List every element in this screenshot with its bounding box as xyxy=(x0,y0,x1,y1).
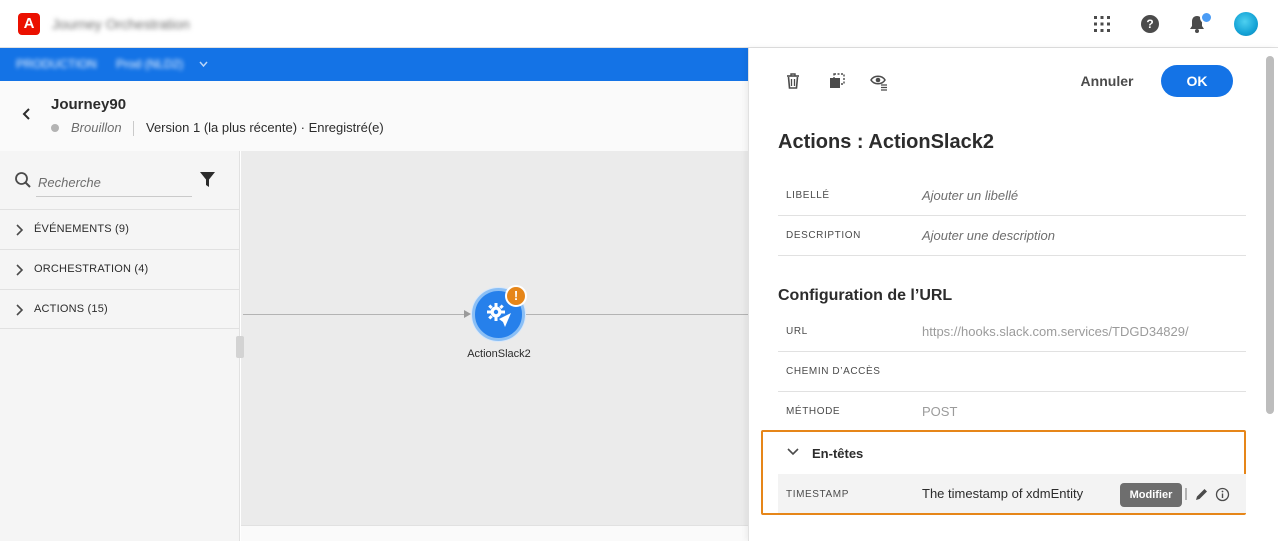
environment-bar: PRODUCTION Prod (NLD2) xyxy=(0,48,748,81)
pencil-edit-icon[interactable] xyxy=(1194,487,1209,502)
help-icon[interactable]: ? xyxy=(1141,15,1159,33)
path-field-row: CHEMIN D’ACCÈS xyxy=(778,352,1246,392)
category-label: ORCHESTRATION (4) xyxy=(34,263,149,275)
flow-arrow-icon xyxy=(464,310,471,318)
trash-icon[interactable] xyxy=(783,71,803,91)
cancel-button[interactable]: Annuler xyxy=(1077,70,1137,92)
label-field-row: LIBELLÉ Ajouter un libellé xyxy=(778,176,1246,216)
chevron-right-icon xyxy=(16,304,24,316)
label-input[interactable]: Ajouter un libellé xyxy=(922,188,1018,203)
canvas-footer xyxy=(241,525,748,541)
info-icon[interactable] xyxy=(1215,487,1230,502)
method-value: POST xyxy=(922,404,958,419)
category-label: ÉVÉNEMENTS (9) xyxy=(34,223,130,235)
journey-name: Journey90 xyxy=(51,96,127,113)
duplicate-icon[interactable] xyxy=(827,71,847,91)
flow-connector-out xyxy=(526,314,748,315)
flow-connector-in xyxy=(243,314,465,315)
scrollbar-thumb[interactable] xyxy=(1266,56,1274,414)
app-switcher-icon[interactable] xyxy=(1092,14,1112,34)
field-label: CHEMIN D’ACCÈS xyxy=(786,366,881,377)
category-events[interactable]: ÉVÉNEMENTS (9) xyxy=(0,209,239,249)
chevron-down-icon[interactable] xyxy=(199,61,208,68)
header-value: The timestamp of xdmEntity xyxy=(922,486,1084,501)
app-title[interactable]: Journey Orchestration xyxy=(52,16,190,32)
journey-version: Version 1 (la plus récente) · Enregistré… xyxy=(146,120,384,135)
status-dot xyxy=(51,124,59,132)
back-chevron-icon[interactable] xyxy=(20,107,34,121)
custom-action-icon xyxy=(487,303,511,327)
headers-section-title[interactable]: En-têtes xyxy=(812,446,863,461)
environment-label[interactable]: PRODUCTION xyxy=(16,57,97,71)
description-field-row: DESCRIPTION Ajouter une description xyxy=(778,216,1246,256)
method-field-row: MÉTHODE POST xyxy=(778,392,1246,432)
node-label: ActionSlack2 xyxy=(467,348,531,360)
field-label: MÉTHODE xyxy=(786,406,841,417)
category-orchestration[interactable]: ORCHESTRATION (4) xyxy=(0,249,239,289)
sandbox-selector[interactable]: Prod (NLD2) xyxy=(116,57,183,71)
search-input[interactable] xyxy=(36,169,192,197)
user-avatar[interactable] xyxy=(1234,12,1258,36)
filter-icon[interactable] xyxy=(199,171,216,188)
warning-badge-icon[interactable]: ! xyxy=(505,285,527,307)
url-field-row: URL https://hooks.slack.com.services/TDG… xyxy=(778,312,1246,352)
adobe-logo-icon[interactable]: A xyxy=(18,13,40,35)
field-label: URL xyxy=(786,326,808,337)
panel-title: Actions : ActionSlack2 xyxy=(778,131,994,153)
category-label: ACTIONS (15) xyxy=(34,303,108,315)
ok-button[interactable]: OK xyxy=(1161,65,1233,97)
journey-header: Journey90 Brouillon Version 1 (la plus r… xyxy=(0,81,748,151)
chevron-down-icon[interactable] xyxy=(787,447,799,457)
category-actions[interactable]: ACTIONS (15) xyxy=(0,289,239,329)
header-key: TIMESTAMP xyxy=(786,489,849,500)
panel-resize-handle[interactable] xyxy=(236,336,244,358)
journey-status: Brouillon xyxy=(71,120,122,135)
edit-tooltip: Modifier xyxy=(1120,483,1182,507)
url-section-title: Configuration de l’URL xyxy=(778,287,953,304)
notification-badge xyxy=(1200,11,1213,24)
search-icon xyxy=(15,172,31,188)
activity-palette: ÉVÉNEMENTS (9) ORCHESTRATION (4) ACTIONS… xyxy=(0,151,240,541)
field-label: LIBELLÉ xyxy=(786,190,830,201)
url-value: https://hooks.slack.com.services/TDGD348… xyxy=(922,324,1189,339)
top-bar: A Journey Orchestration ? xyxy=(0,0,1278,48)
description-input[interactable]: Ajouter une description xyxy=(922,228,1055,243)
chevron-right-icon xyxy=(16,224,24,236)
chevron-right-icon xyxy=(16,264,24,276)
divider xyxy=(133,121,134,136)
view-hide-icon[interactable] xyxy=(869,71,889,91)
field-label: DESCRIPTION xyxy=(786,230,861,241)
